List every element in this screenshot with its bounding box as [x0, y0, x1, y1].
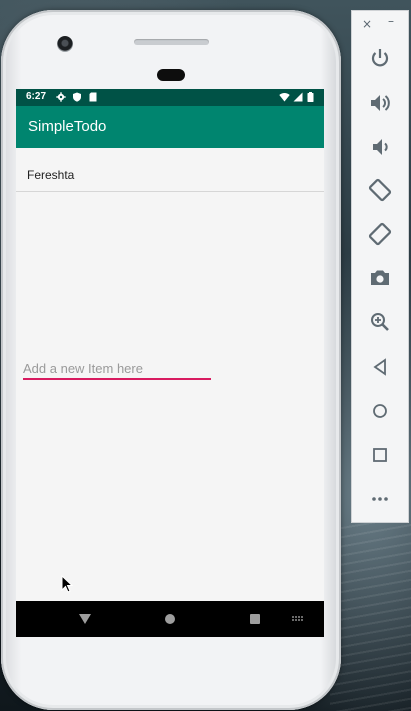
shield-icon [73, 92, 81, 102]
desktop-wallpaper-waves [330, 520, 411, 711]
rotate-left-icon[interactable] [367, 177, 393, 203]
wifi-icon [279, 92, 290, 102]
volume-up-icon[interactable] [367, 90, 393, 116]
status-bar: 6:27 [16, 89, 324, 106]
front-camera [57, 36, 73, 52]
status-time: 6:27 [26, 91, 47, 102]
earpiece-bar [134, 39, 209, 45]
mouse-cursor-icon [61, 575, 73, 593]
volume-down-icon[interactable] [367, 134, 393, 160]
device-screen: 6:27 SimpleTodo Fereshta [16, 89, 324, 637]
close-button[interactable]: × [362, 17, 372, 31]
new-item-input[interactable] [23, 357, 211, 379]
navigation-bar [16, 601, 324, 637]
back-icon[interactable] [367, 354, 393, 380]
new-item-field[interactable] [23, 357, 211, 381]
speaker-grille [157, 69, 185, 81]
back-icon[interactable] [65, 601, 105, 637]
overview-icon[interactable] [367, 442, 393, 468]
minimize-button[interactable]: – [388, 14, 394, 28]
home-icon[interactable] [367, 398, 393, 424]
app-bar: SimpleTodo [16, 106, 324, 148]
more-icon[interactable] [367, 486, 393, 512]
rotate-right-icon[interactable] [367, 221, 393, 247]
battery-icon [307, 92, 314, 102]
zoom-icon[interactable] [367, 309, 393, 335]
app-title: SimpleTodo [28, 118, 107, 135]
settings-icon [56, 92, 66, 102]
power-icon[interactable] [367, 45, 393, 71]
list-item[interactable]: Fereshta [16, 148, 324, 192]
list-item-text: Fereshta [27, 168, 75, 182]
camera-icon[interactable] [367, 265, 393, 291]
recents-icon[interactable] [235, 601, 275, 637]
emulator-toolbar: × – [351, 10, 409, 523]
home-icon[interactable] [150, 601, 190, 637]
signal-icon [293, 92, 303, 102]
input-underline [23, 378, 211, 380]
keyboard-icon[interactable] [278, 601, 318, 637]
sd-card-icon [89, 92, 97, 102]
